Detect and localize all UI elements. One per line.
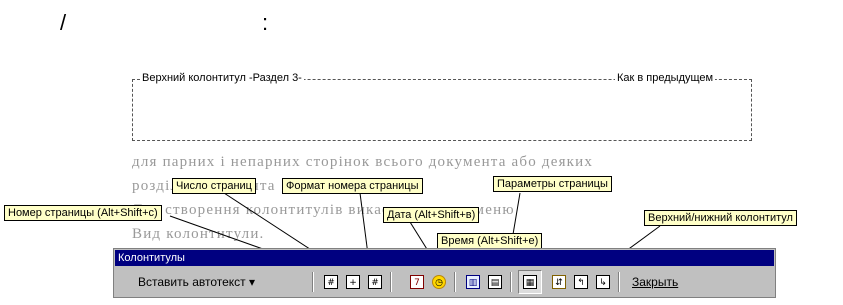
caption: / : — [0, 10, 843, 40]
toolbar-separator — [390, 272, 392, 292]
page-setup-button[interactable]: ▥ — [462, 270, 484, 294]
callout-time: Время (Alt+Shift+е) — [437, 233, 543, 249]
header-footer-toolbar: Колонтитулы Вставить автотекст ▾ # + # 7… — [113, 248, 776, 298]
callout-page-count: Число страниц — [172, 178, 256, 194]
format-page-number-icon: # — [368, 275, 382, 289]
insert-autotext-label: Вставить автотекст ▾ — [138, 275, 256, 289]
show-previous-button[interactable]: ↰ — [570, 270, 592, 294]
same-as-previous-button[interactable]: ▦ — [518, 270, 542, 294]
show-previous-icon: ↰ — [574, 275, 588, 289]
document-body: для парних і непарних сторінок всього до… — [132, 150, 762, 246]
callout-date: Дата (Alt+Shift+в) — [383, 207, 480, 223]
doc-line: для парних і непарних сторінок всього до… — [132, 154, 594, 170]
caption-slash: / — [60, 10, 67, 35]
toolbar-title[interactable]: Колонтитулы — [115, 250, 774, 266]
calendar-icon: 7 — [410, 275, 424, 289]
callout-page-number: Номер страницы (Alt+Shift+c) — [4, 205, 162, 221]
toolbar-separator — [454, 272, 456, 292]
callout-switch-header-footer: Верхний/нижний колонтитул — [644, 210, 797, 226]
switch-header-footer-button[interactable]: ⇵ — [548, 270, 570, 294]
toolbar-separator — [618, 272, 620, 292]
callout-page-format: Формат номера страницы — [282, 178, 423, 194]
same-as-previous-icon: ▦ — [523, 275, 537, 289]
header-section-label: Верхний колонтитул -Раздел 3- — [140, 72, 304, 84]
insert-date-button[interactable]: 7 — [406, 270, 428, 294]
clock-icon: ◷ — [432, 275, 446, 289]
caption-colon: : — [262, 10, 269, 35]
insert-page-count-button[interactable]: + — [342, 270, 364, 294]
insert-time-button[interactable]: ◷ — [428, 270, 450, 294]
format-page-number-button[interactable]: # — [364, 270, 386, 294]
same-as-previous-label: Как в предыдущем — [615, 72, 716, 84]
insert-page-number-button[interactable]: # — [320, 270, 342, 294]
show-hide-document-text-button[interactable]: ▤ — [484, 270, 506, 294]
close-button[interactable]: Закрыть — [626, 270, 684, 294]
show-next-icon: ↳ — [596, 275, 610, 289]
page-number-icon: # — [324, 275, 338, 289]
header-area[interactable] — [132, 79, 752, 141]
book-icon: ▥ — [466, 275, 480, 289]
toolbar-separator — [312, 272, 314, 292]
close-label: Закрыть — [632, 275, 679, 289]
toolbar-buttons: Вставить автотекст ▾ # + # 7 ◷ ▥ ▤ ▦ ⇵ ↰… — [116, 268, 773, 296]
document-text-icon: ▤ — [488, 275, 502, 289]
page-count-icon: + — [346, 275, 360, 289]
toolbar-separator — [510, 272, 512, 292]
switch-header-footer-icon: ⇵ — [552, 275, 566, 289]
insert-autotext-button[interactable]: Вставить автотекст ▾ — [132, 270, 261, 294]
show-next-button[interactable]: ↳ — [592, 270, 614, 294]
callout-page-setup: Параметры страницы — [493, 176, 612, 192]
